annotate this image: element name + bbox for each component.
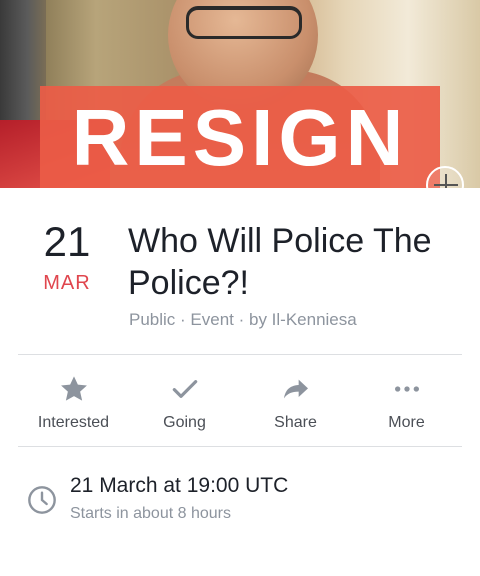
share-arrow-icon — [279, 372, 313, 406]
cover-overlay-text: RESIGN — [71, 93, 409, 182]
going-label: Going — [163, 414, 206, 431]
interested-button[interactable]: Interested — [18, 358, 129, 444]
star-icon — [57, 372, 91, 406]
event-date-month: MAR — [43, 272, 91, 294]
event-cover-photo[interactable]: RESIGN — [0, 0, 480, 188]
event-date-day: 21 — [43, 218, 91, 265]
cover-person-glasses — [186, 6, 302, 39]
event-action-bar: Interested Going Share More — [18, 358, 462, 444]
going-button[interactable]: Going — [129, 358, 240, 444]
check-icon — [168, 372, 202, 406]
event-meta[interactable]: Public · Event · by Il-Kenniesa — [129, 310, 357, 330]
event-title: Who Will Police The Police?! — [128, 222, 432, 302]
more-dots-icon — [390, 372, 424, 406]
more-button[interactable]: More — [351, 358, 462, 444]
event-time-relative: Starts in about 8 hours — [70, 505, 231, 522]
interested-label: Interested — [37, 414, 110, 431]
divider-top — [18, 354, 462, 355]
more-label: More — [388, 414, 425, 431]
share-label: Share — [274, 414, 317, 431]
share-button[interactable]: Share — [240, 358, 351, 444]
event-time[interactable]: 21 March at 19:00 UTC — [70, 474, 288, 498]
event-date: 21 MAR — [36, 220, 98, 295]
clock-icon — [26, 484, 58, 516]
divider-bottom — [18, 446, 462, 447]
